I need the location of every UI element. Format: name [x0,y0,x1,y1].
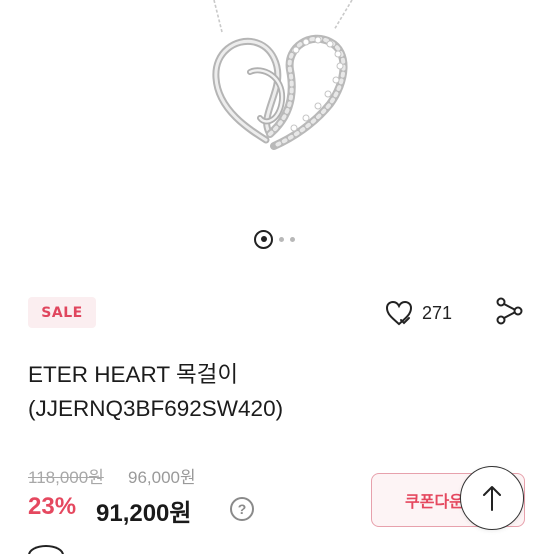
original-price: 118,000원 [28,468,104,487]
final-price: 91,200원 [96,500,192,527]
list-price: 96,000원 [128,468,196,487]
pagination-dot-active[interactable] [254,229,273,249]
partial-icon [28,545,64,554]
like-button[interactable] [381,296,417,330]
product-title-name: ETER HEART 목걸이 [28,362,239,387]
share-button[interactable] [492,294,526,328]
pagination-dot[interactable] [290,236,295,242]
sale-badge: SALE [28,297,96,328]
product-title-code: (JJERNQ3BF692SW420) [28,396,284,421]
like-count: 271 [422,303,453,323]
arrow-up-icon [483,486,501,511]
share-icon [496,297,523,325]
pagination-dot[interactable] [279,236,284,242]
product-image[interactable] [0,0,554,270]
discount-rate: 23% [28,493,77,520]
heart-icon [385,300,413,326]
scroll-top-button[interactable] [460,466,524,530]
gallery-pagination[interactable] [254,229,295,249]
price-help-icon[interactable]: ? [230,497,254,521]
product-title: ETER HEART 목걸이 (JJERNQ3BF692SW420) [28,358,448,426]
